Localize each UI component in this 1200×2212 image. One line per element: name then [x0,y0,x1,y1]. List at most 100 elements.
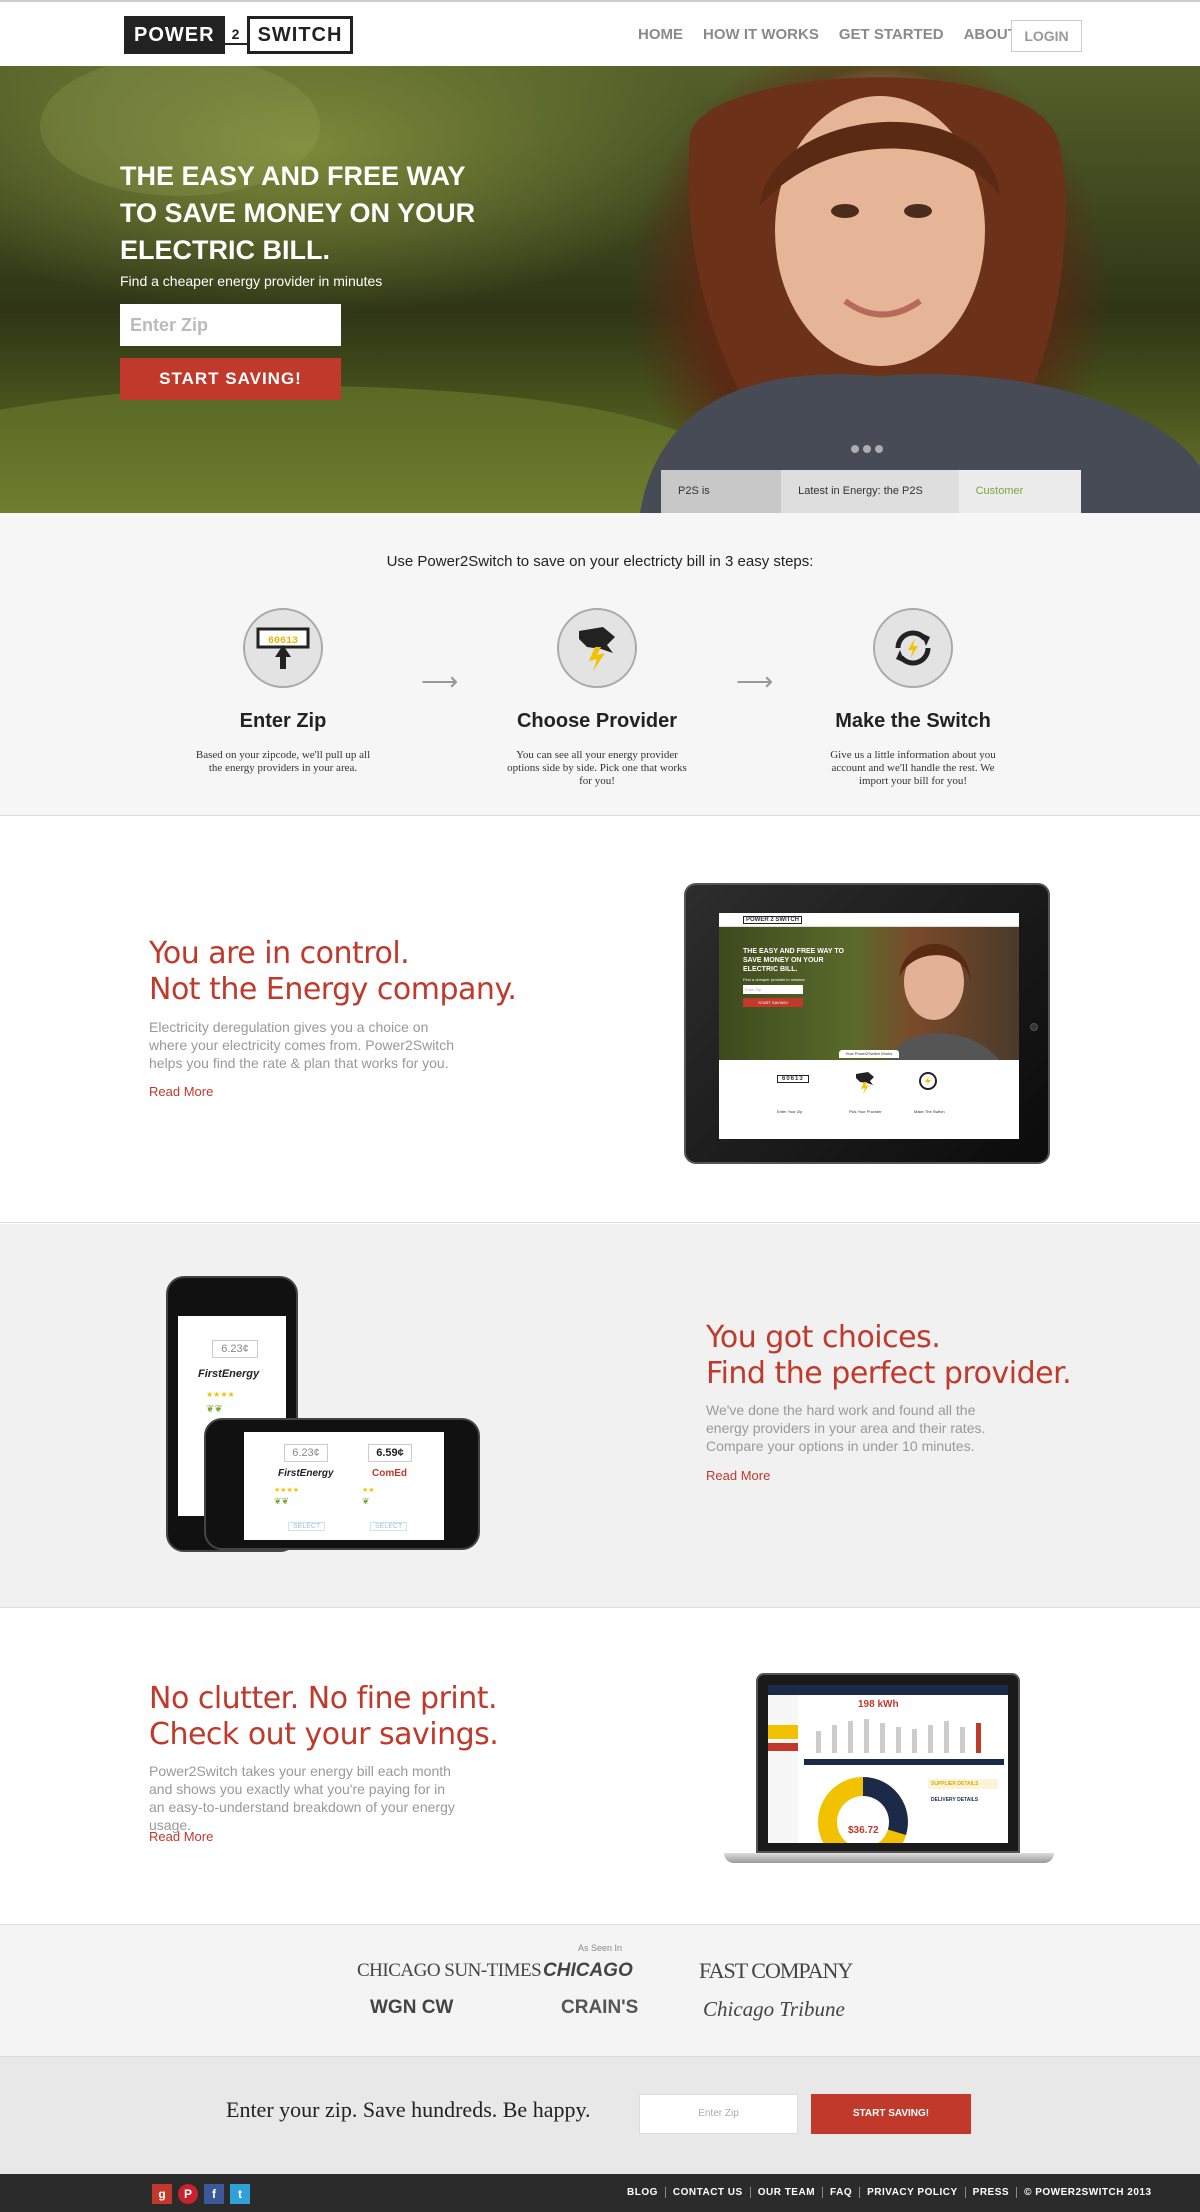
feature-title-line1: No clutter. No fine print. [149,1681,498,1716]
footer-link-press[interactable]: PRESS [966,2187,1018,2198]
arrow-right-icon: ⟶ [421,666,459,696]
tablet-nav: POWER 2 SWITCH [719,913,1019,927]
hand-bolt-icon [557,608,637,688]
footer-link-blog[interactable]: BLOG [620,2187,666,2198]
hero-tabs: P2S is Expanding! Latest in Energy: the … [661,470,1081,513]
cta-zip-input[interactable]: Enter Zip [639,2094,798,2134]
laptop-mockup: 198 kWh $36.72 SUPPLIER DETAILS DELIVERY… [756,1673,1020,1853]
carousel-dot[interactable] [851,445,859,453]
carousel-dots[interactable] [851,445,883,453]
step-choose-provider: Choose Provider You can see all your ene… [467,608,727,788]
hero-photo [0,66,1200,513]
leaf-icon: ❦❦ [274,1496,290,1506]
select-button: SELECT [288,1522,326,1531]
footer-links: BLOG CONTACT US OUR TEAM FAQ PRIVACY POL… [620,2187,1159,2198]
laptop-sidebar [768,1695,798,1843]
cta-text: Enter your zip. Save hundreds. Be happy. [226,2097,591,2122]
press-logo-chicago: CHICAGO [543,1960,633,1981]
header: POWER 2 SWITCH HOME HOW IT WORKS GET STA… [0,2,1200,66]
press-logo-crains: CRAIN'S [561,1997,639,2018]
laptop-screen: 198 kWh $36.72 SUPPLIER DETAILS DELIVERY… [768,1685,1008,1843]
tablet-step-label: Pick Your Provider [849,1109,882,1114]
tablet-zip-digits: 60613 [777,1075,809,1083]
logo-power: POWER [124,16,225,54]
step-body: Give us a little information about you a… [830,749,996,787]
tab-blog[interactable]: Latest in Energy: the P2S Blog [781,470,959,513]
leaf-icon: ❦❦ [206,1404,223,1415]
step-body: You can see all your energy provider opt… [507,749,687,787]
step-make-switch: Make the Switch Give us a little informa… [783,608,1043,788]
phone-price: 6.59¢ [368,1444,412,1462]
feature-title-line2: Find the perfect provider. [706,1356,1072,1391]
read-more-link[interactable]: Read More [149,1829,213,1844]
star-rating: ★★★★ [206,1390,235,1399]
laptop-link: SUPPLIER DETAILS [928,1779,998,1789]
feature-title: You got choices. Find the perfect provid… [706,1320,1072,1392]
social-links: g P f t [152,2184,250,2204]
tablet-how-label: How Power2Switch Works [839,1050,899,1058]
start-saving-button[interactable]: START SAVING! [120,358,341,400]
feature-title-line2: Check out your savings. [149,1717,499,1752]
footer-link-team[interactable]: OUR TEAM [751,2187,824,2198]
nav-home[interactable]: HOME [638,26,683,43]
logo[interactable]: POWER 2 SWITCH [124,16,354,54]
laptop-base [724,1853,1054,1863]
footer-link-faq[interactable]: FAQ [823,2187,861,2198]
tablet-headline: THE EASY AND FREE WAY TO SAVE MONEY ON Y… [743,948,845,973]
feature-title: You are in control. Not the Energy compa… [149,936,517,1008]
footer-copyright: © POWER2SWITCH 2013 [1024,2187,1152,2198]
hero: THE EASY AND FREE WAY TO SAVE MONEY ON Y… [0,66,1200,513]
step-title: Make the Switch [835,710,991,732]
tablet-cta: START SAVING! [743,998,803,1007]
press-logo-sun-times: CHICAGO SUN-TIMES [357,1960,542,1981]
pinterest-icon[interactable]: P [178,2184,198,2204]
main-nav: HOME HOW IT WORKS GET STARTED ABOUT US [638,26,1042,43]
feature-title-line1: You are in control. [149,936,410,971]
phone-brand: ComEd [372,1468,407,1479]
how-it-works-section: Use Power2Switch to save on your electri… [0,513,1200,816]
step-title: Choose Provider [516,710,678,732]
laptop-kwh: 198 kWh [858,1699,899,1710]
phone-front-mockup: 6.23¢ 6.59¢ FirstEnergy ComEd ★★★★ ★★ ❦❦… [204,1418,480,1550]
cta-start-saving-button[interactable]: START SAVING! [811,2094,971,2134]
feature-body: Power2Switch takes your energy bill each… [149,1763,455,1833]
google-plus-icon[interactable]: g [152,2184,172,2204]
tablet-hand-icon [856,1072,874,1094]
feature-body: Electricity deregulation gives you a cho… [149,1019,454,1071]
arrow-right-icon: ⟶ [736,666,774,696]
carousel-dot[interactable] [875,445,883,453]
hero-subhead: Find a cheaper energy provider in minute… [120,273,383,289]
as-seen-in-section: As Seen In CHICAGO SUN-TIMES CHICAGO FAS… [0,1924,1200,2056]
facebook-icon[interactable]: f [204,2184,224,2204]
press-logo-wgn: WGN CW [370,1997,454,2018]
feature-body: We've done the hard work and found all t… [706,1402,986,1454]
nav-how-it-works[interactable]: HOW IT WORKS [703,26,819,43]
footer-link-privacy[interactable]: PRIVACY POLICY [860,2187,966,2198]
step-body: Based on your zipcode, we'll pull up all… [195,749,371,774]
press-logo-tribune: Chicago Tribune [703,1997,845,2021]
tab-reviews[interactable]: Customer Reviews [958,470,1081,513]
step-title: Enter Zip [239,710,327,732]
tablet-step-label: Enter Your Zip [777,1109,803,1114]
hero-headline: THE EASY AND FREE WAY TO SAVE MONEY ON Y… [120,161,476,265]
carousel-dot[interactable] [863,445,871,453]
feature-title-line2: Not the Energy company. [149,972,517,1007]
feature-choices: 6.23¢ FirstEnergy ★★★★ ❦❦ 6.23¢ 6.59¢ Fi… [0,1224,1200,1608]
read-more-link[interactable]: Read More [149,1084,213,1099]
footer-link-contact[interactable]: CONTACT US [666,2187,751,2198]
read-more-link[interactable]: Read More [706,1468,770,1483]
phone-brand: FirstEnergy [278,1468,334,1479]
tab-expanding[interactable]: P2S is Expanding! [661,470,782,513]
nav-get-started[interactable]: GET STARTED [839,26,944,43]
hero-zip-input[interactable]: Enter Zip [120,304,341,346]
twitter-icon[interactable]: t [230,2184,250,2204]
feature-title-line1: You got choices. [706,1320,941,1355]
page: { "header": { "logo_left": "POWER", "log… [0,0,1200,2212]
tablet-camera [1030,1023,1038,1031]
switch-cycle-icon [873,608,953,688]
logo-switch: SWITCH [246,16,354,54]
footer: g P f t BLOG CONTACT US OUR TEAM FAQ PRI… [0,2174,1200,2212]
feature-savings: No clutter. No fine print. Check out you… [0,1609,1200,1924]
step-enter-zip: 60613 Enter Zip Based on your zipcode, w… [153,608,413,775]
login-button[interactable]: LOGIN [1011,20,1082,52]
